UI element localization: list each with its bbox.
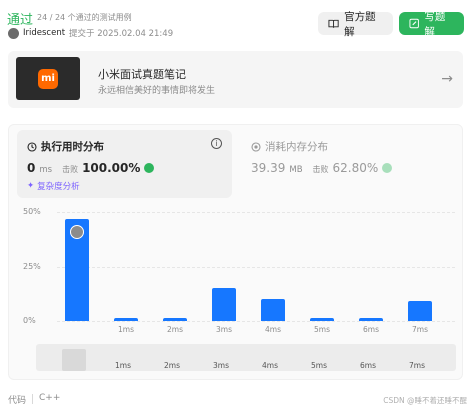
runtime-title: 执行用时分布 — [41, 141, 104, 153]
scroller-tick-label: 6ms — [360, 361, 376, 370]
scroller-tick-label: 1ms — [115, 361, 131, 370]
submitter-info: Iridescent 提交于 2025.02.04 21:49 — [8, 27, 173, 39]
chart-bar-5ms[interactable] — [310, 317, 334, 321]
complexity-analysis-link[interactable]: ✦ 复杂度分析 — [27, 180, 80, 192]
memory-values: 39.39 MB 击败 62.80% — [251, 161, 393, 175]
book-icon — [328, 19, 339, 28]
chart-x-tick-label: 4ms — [265, 325, 281, 334]
chart-bar-6ms[interactable] — [359, 317, 383, 321]
runtime-card[interactable]: 执行用时分布 i 0 ms 击败 100.00% ✦ 复杂度分析 — [17, 130, 232, 198]
runtime-beat-label: 击败 — [62, 165, 79, 174]
chart-gridline — [57, 212, 455, 213]
submit-time: 提交于 2025.02.04 21:49 — [69, 29, 174, 39]
chart-y-tick-label: 50% — [23, 207, 41, 216]
arrow-right-icon[interactable]: → — [441, 71, 453, 87]
language-label[interactable]: C++ — [39, 393, 60, 406]
chart-bar-2ms[interactable] — [163, 317, 187, 321]
clock-icon — [27, 141, 37, 152]
scroller-tick-label: 2ms — [164, 361, 180, 370]
chart-x-tick-label: 5ms — [314, 325, 330, 334]
sparkle-icon: ✦ — [27, 181, 35, 191]
memory-value: 39.39 — [251, 161, 286, 175]
note-thumbnail: mi — [16, 57, 80, 100]
username[interactable]: Iridescent — [23, 28, 65, 38]
leetcode-badge-icon — [382, 163, 393, 173]
info-icon[interactable]: i — [211, 138, 222, 149]
chart-x-tick-label: 3ms — [216, 325, 232, 334]
leetcode-badge-icon — [144, 163, 155, 173]
chart-x-tick-label: 1ms — [118, 325, 134, 334]
chart-gridline — [57, 321, 455, 322]
scroller-handle[interactable] — [62, 349, 86, 371]
runtime-values: 0 ms 击败 100.00% — [27, 161, 155, 175]
memory-beat-percent: 62.80% — [332, 161, 379, 175]
chart-gridline — [57, 266, 455, 268]
chart-y-tick-label: 0% — [23, 316, 36, 325]
runtime-unit: ms — [39, 165, 53, 175]
scroller-tick-label: 3ms — [213, 361, 229, 370]
code-footer: 代码 C++ — [8, 393, 60, 406]
watermark-text: CSDN @睡不着还睡不醒 — [383, 396, 467, 405]
note-title: 小米面试真题笔记 — [98, 68, 186, 81]
study-note-card[interactable]: mi 小米面试真题笔记 永远相信美好的事情即将发生 → — [8, 51, 463, 108]
runtime-beat-percent: 100.00% — [82, 161, 141, 175]
runtime-header: 执行用时分布 — [27, 139, 104, 154]
chart-x-tick-label: 7ms — [412, 325, 428, 334]
memory-header[interactable]: 消耗内存分布 — [251, 139, 328, 154]
runtime-distribution-chart[interactable]: 50% 25% 0% 1ms 2ms 3ms 4ms 5ms 6ms 7ms — [17, 204, 457, 344]
edit-icon — [409, 18, 419, 29]
user-position-marker-icon — [70, 224, 84, 239]
official-solution-label: 官方题解 — [344, 10, 376, 38]
scroller-tick-label: 4ms — [262, 361, 278, 370]
status-text: 通过 — [7, 13, 34, 28]
note-subtitle: 永远相信美好的事情即将发生 — [98, 86, 216, 96]
memory-icon — [251, 141, 261, 152]
xiaomi-logo-icon: mi — [38, 68, 58, 89]
passed-cases-text: 24 / 24 个通过的测试用例 — [37, 13, 132, 22]
memory-unit: MB — [289, 165, 303, 175]
complexity-analysis-label: 复杂度分析 — [37, 182, 80, 192]
divider — [32, 394, 34, 404]
runtime-value: 0 — [27, 161, 36, 175]
code-label: 代码 — [8, 396, 27, 406]
official-solution-button[interactable]: 官方题解 — [318, 11, 393, 38]
chart-bar-3ms[interactable] — [212, 288, 236, 321]
scroller-tick-label: 7ms — [409, 361, 425, 370]
memory-title: 消耗内存分布 — [265, 141, 328, 153]
scroller-tick-label: 5ms — [311, 361, 327, 370]
write-solution-label: 写题解 — [424, 10, 446, 38]
write-solution-button[interactable]: 写题解 — [399, 11, 464, 38]
avatar[interactable] — [8, 27, 19, 39]
chart-bar-7ms[interactable] — [408, 301, 432, 321]
chart-range-scroller[interactable]: 1ms 2ms 3ms 4ms 5ms 6ms 7ms — [36, 344, 456, 371]
chart-x-tick-label: 2ms — [167, 325, 183, 334]
memory-beat-label: 击败 — [312, 165, 329, 174]
chart-x-tick-label: 6ms — [363, 325, 379, 334]
chart-bar-1ms[interactable] — [114, 317, 138, 321]
chart-bar-4ms[interactable] — [261, 299, 285, 321]
chart-y-tick-label: 25% — [23, 261, 41, 271]
